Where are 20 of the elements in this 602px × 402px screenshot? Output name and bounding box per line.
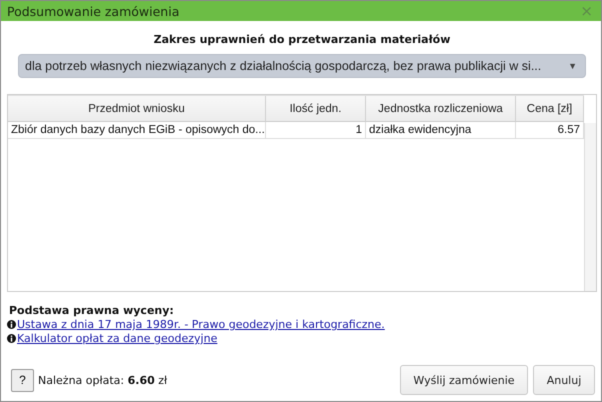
scrollbar[interactable] xyxy=(584,123,596,291)
table-cell: 1 xyxy=(266,122,366,138)
fee-text: Należna opłata: 6.60 zł xyxy=(38,374,168,386)
legal-link[interactable]: Ustawa z dnia 17 maja 1989r. - Prawo geodezyjne i kartograficzne. xyxy=(17,318,385,331)
info-icon xyxy=(7,320,16,329)
table-cell: Zbiór danych bazy danych EGiB - opisowych do... xyxy=(8,122,266,138)
column-header[interactable]: Przedmiot wniosku xyxy=(8,96,266,121)
column-header[interactable]: Cena [zł] xyxy=(516,96,584,121)
section-heading: Zakres uprawnień do przetwarzania materiałów xyxy=(152,33,452,46)
info-icon xyxy=(7,334,16,343)
window-title: Podsumowanie zamówienia xyxy=(7,4,180,18)
send-order-button[interactable]: Wyślij zamówienie xyxy=(400,365,528,395)
scope-dropdown[interactable]: dla potrzeb własnych niezwiązanych z działalnością gospodarczą, bez prawa publikacji w si... ▼ xyxy=(18,54,586,78)
cancel-button[interactable]: Anuluj xyxy=(533,365,595,395)
column-header[interactable]: Jednostka rozliczeniowa xyxy=(366,96,516,121)
column-header[interactable]: Ilość jedn. xyxy=(266,96,366,121)
legal-link[interactable]: Kalkulator opłat za dane geodezyjne xyxy=(17,332,218,345)
help-button[interactable]: ? xyxy=(11,368,34,392)
legal-heading: Podstawa prawna wyceny: xyxy=(8,304,175,317)
table-cell: działka ewidencyjna xyxy=(366,122,516,138)
